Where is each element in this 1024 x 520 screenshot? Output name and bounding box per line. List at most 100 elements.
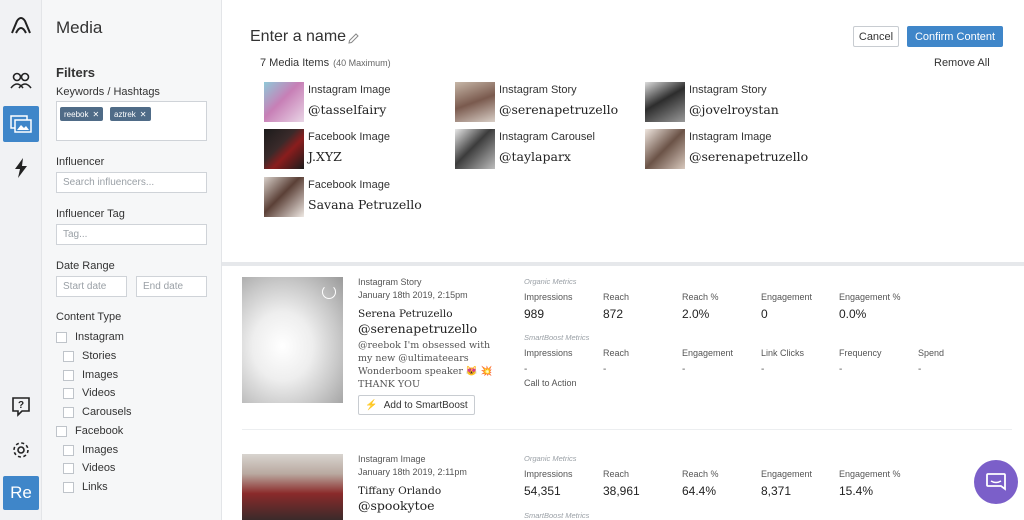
selected-media-panel: Enter a name Cancel Confirm Content 7 Me… <box>222 0 1024 262</box>
boost-icon[interactable] <box>0 150 42 186</box>
post-caption: @reebok I'm obsessed with my new @ultima… <box>358 340 493 390</box>
influencer-label: Influencer <box>56 156 105 168</box>
media-thumbnail <box>264 82 304 122</box>
smartboost-metrics-label: SmartBoost Metrics <box>524 511 590 520</box>
keyword-chip: reebok ✕ <box>60 107 104 121</box>
checkbox-facebook-images[interactable]: Images <box>63 444 118 456</box>
smart-metric-spend: Spend - <box>918 348 945 375</box>
metric-engagement-percent: Engagement % 0.0% <box>839 292 901 321</box>
checkbox[interactable] <box>63 350 74 362</box>
chat-icon[interactable] <box>974 460 1018 504</box>
metric-impressions: Impressions 989 <box>524 292 573 321</box>
confirm-content-button[interactable]: Confirm Content <box>907 26 1003 47</box>
post-image[interactable] <box>242 454 343 520</box>
svg-text:?: ? <box>18 400 24 411</box>
media-item[interactable]: Facebook Image Savana Petruzello <box>264 177 454 219</box>
checkbox[interactable] <box>63 481 74 493</box>
checkbox[interactable] <box>56 425 67 437</box>
media-feed: Instagram Story January 18th 2019, 2:15p… <box>222 266 1024 520</box>
checkbox-instagram-stories[interactable]: Stories <box>63 350 116 362</box>
influencer-tag-input[interactable]: Tag... <box>56 224 207 245</box>
influencer-search-input[interactable]: Search influencers... <box>56 172 207 193</box>
media-thumbnail <box>455 129 495 169</box>
smart-metric-frequency: Frequency - <box>839 348 882 375</box>
smartboost-metrics-label: SmartBoost Metrics <box>524 333 590 342</box>
media-item[interactable]: Instagram Story @serenapetruzello <box>455 82 645 124</box>
keywords-label: Keywords / Hashtags <box>56 86 160 98</box>
media-item[interactable]: Instagram Carousel @taylaparx <box>455 129 645 171</box>
pencil-icon[interactable] <box>348 31 359 49</box>
post-card: Instagram Image January 18th 2019, 2:11p… <box>242 454 1012 520</box>
loading-icon <box>322 285 336 299</box>
influencers-icon[interactable] <box>0 62 42 98</box>
metric-reach-percent: Reach % 2.0% <box>682 292 719 321</box>
checkbox-instagram-images[interactable]: Images <box>63 369 118 381</box>
post-type: Instagram Image <box>358 454 426 464</box>
media-count: 7 Media Items (40 Maximum) <box>260 57 391 69</box>
account-badge[interactable]: Re <box>3 476 39 510</box>
metric-reach-percent: Reach % 64.4% <box>682 469 719 498</box>
checkbox[interactable] <box>63 444 74 456</box>
media-item[interactable]: Instagram Image @tasselfairy <box>264 82 454 124</box>
checkbox-facebook-videos[interactable]: Videos <box>63 462 115 474</box>
media-thumbnail <box>645 129 685 169</box>
remove-chip-icon[interactable]: ✕ <box>140 110 147 119</box>
sidebar-title: Media <box>56 18 103 37</box>
checkbox[interactable] <box>56 331 67 343</box>
post-divider <box>242 429 1012 430</box>
post-image[interactable] <box>242 277 343 403</box>
metric-engagement: Engagement 0 <box>761 292 813 321</box>
checkbox-facebook-links[interactable]: Links <box>63 481 108 493</box>
end-date-input[interactable]: End date <box>136 276 207 297</box>
collection-name-input[interactable]: Enter a name <box>250 28 346 46</box>
metric-impressions: Impressions 54,351 <box>524 469 573 498</box>
remove-chip-icon[interactable]: ✕ <box>92 110 99 119</box>
organic-metrics-label: Organic Metrics <box>524 277 577 286</box>
keyword-chip: aztrek ✕ <box>110 107 151 121</box>
media-item[interactable]: Instagram Image @serenapetruzello <box>645 129 835 171</box>
media-thumbnail <box>264 177 304 217</box>
checkbox[interactable] <box>63 387 74 399</box>
influencer-name: Tiffany Orlando <box>358 485 442 497</box>
media-item[interactable]: Facebook Image J.XYZ <box>264 129 454 171</box>
influencer-tag-label: Influencer Tag <box>56 208 125 220</box>
remove-all-link[interactable]: Remove All <box>934 57 990 69</box>
checkbox[interactable] <box>63 462 74 474</box>
metric-engagement-percent: Engagement % 15.4% <box>839 469 901 498</box>
settings-icon[interactable] <box>0 432 42 468</box>
smart-metric-link-clicks: Link Clicks - <box>761 348 805 375</box>
filter-sidebar: Media Filters Keywords / Hashtags reebok… <box>42 0 222 520</box>
cancel-button[interactable]: Cancel <box>853 26 899 47</box>
media-item[interactable]: Instagram Story @jovelroystan <box>645 82 835 124</box>
metric-reach: Reach 38,961 <box>603 469 640 498</box>
keywords-input[interactable]: reebok ✕ aztrek ✕ <box>56 101 207 141</box>
smart-metric-engagement: Engagement - <box>682 348 734 375</box>
media-thumbnail <box>455 82 495 122</box>
add-to-smartboost-button[interactable]: ⚡ Add to SmartBoost <box>358 395 475 415</box>
checkbox-instagram-carousels[interactable]: Carousels <box>63 406 132 418</box>
checkbox[interactable] <box>63 369 74 381</box>
post-date: January 18th 2019, 2:15pm <box>358 290 468 300</box>
help-icon[interactable]: ? <box>0 388 42 424</box>
filters-heading: Filters <box>56 65 96 80</box>
influencer-handle[interactable]: @spookytoe <box>358 498 435 513</box>
icon-rail: ? Re <box>0 0 42 520</box>
influencer-handle[interactable]: @serenapetruzello <box>358 321 477 336</box>
checkbox-instagram-videos[interactable]: Videos <box>63 387 115 399</box>
media-icon[interactable] <box>3 106 39 142</box>
checkbox[interactable] <box>63 406 74 418</box>
metric-engagement: Engagement 8,371 <box>761 469 813 498</box>
start-date-input[interactable]: Start date <box>56 276 127 297</box>
metric-reach: Reach 872 <box>603 292 630 321</box>
influencer-name: Serena Petruzello <box>358 308 453 320</box>
checkbox-instagram[interactable]: Instagram <box>56 331 124 343</box>
post-card: Instagram Story January 18th 2019, 2:15p… <box>242 277 1012 427</box>
media-thumbnail <box>645 82 685 122</box>
bolt-icon: ⚡ <box>365 399 378 411</box>
post-date: January 18th 2019, 2:11pm <box>358 467 467 477</box>
content-type-label: Content Type <box>56 311 122 323</box>
checkbox-facebook[interactable]: Facebook <box>56 425 123 437</box>
logo-icon[interactable] <box>0 8 42 44</box>
smart-metric-reach: Reach - <box>603 348 630 375</box>
date-range-label: Date Range <box>56 260 115 272</box>
